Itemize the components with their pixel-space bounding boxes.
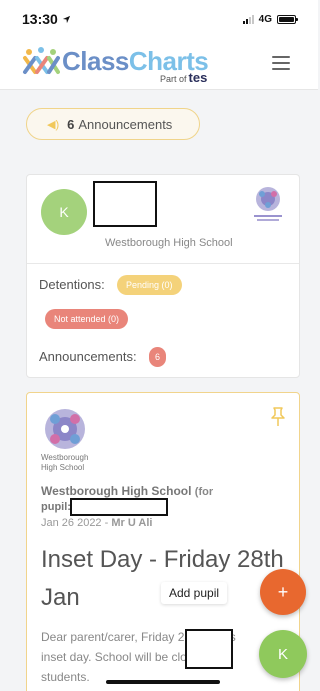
post-school-name: Westborough High School (for (41, 484, 214, 498)
classcharts-logo-icon (23, 47, 60, 74)
school-crest-icon (254, 187, 282, 221)
redacted-pupil-name (70, 498, 168, 516)
signal-icon (242, 14, 254, 24)
pupil-card[interactable]: K Westborough High School Detentions: Pe… (26, 174, 300, 378)
redacted-text (185, 629, 233, 669)
app-header: ClassCharts Part of tes (0, 38, 318, 90)
crest-caption: Westborough High School (41, 453, 89, 472)
post-pupil-label: pupil: (41, 501, 71, 513)
announcements-count: 6 (67, 116, 75, 132)
status-time: 13:30 (22, 11, 71, 27)
pin-icon[interactable] (271, 407, 285, 427)
pupil-avatar[interactable]: K (41, 189, 87, 235)
announcements-label: Announcements (78, 116, 173, 132)
announcements-button[interactable]: ◀) 6 Announcements (26, 108, 200, 140)
part-of-tes: Part of tes (160, 70, 208, 85)
status-bar: 13:30 4G (0, 0, 318, 38)
speaker-icon: ◀) (47, 118, 60, 131)
battery-icon (277, 14, 298, 24)
redacted-pupil-name (93, 181, 157, 227)
announcements-count-badge[interactable]: 6 (149, 347, 167, 367)
pupil-school-name: Westborough High School (105, 237, 233, 249)
add-pupil-button[interactable]: + (260, 569, 306, 615)
school-crest-icon (45, 409, 85, 449)
location-arrow-icon (62, 15, 70, 23)
clock-text: 13:30 (22, 11, 58, 27)
detentions-label: Detentions: (39, 277, 105, 292)
post-date: Jan 26 2022 - Mr U Ali (41, 517, 153, 529)
add-pupil-tooltip[interactable]: Add pupil (161, 582, 228, 604)
menu-icon[interactable] (272, 56, 290, 70)
card-divider (27, 263, 299, 264)
post-title: Inset Day - Friday 28th Jan (41, 546, 284, 611)
network-type: 4G (258, 13, 272, 25)
home-indicator[interactable] (106, 680, 220, 684)
post-body: Dear parent/carer, Friday 28th Jan is in… (41, 630, 236, 684)
pending-detentions-badge[interactable]: Pending (0) (117, 275, 182, 295)
user-switch-button[interactable]: K (259, 630, 307, 678)
announcement-card[interactable]: Westborough High School Westborough High… (26, 392, 300, 691)
announcements-row-label: Announcements: (39, 349, 137, 364)
not-attended-badge[interactable]: Not attended (0) (45, 309, 129, 329)
status-indicators: 4G (242, 13, 298, 25)
